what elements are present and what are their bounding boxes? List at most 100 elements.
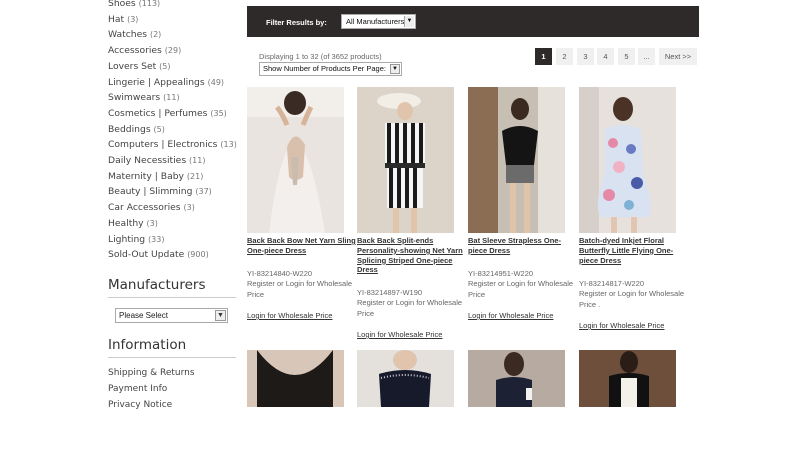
product-name-link[interactable]: Back Back Bow Net Yarn Sling One-piece D… [247, 236, 359, 256]
product-register-text: Register or Login for Wholesale Price [247, 279, 353, 299]
category-link[interactable]: Beddings (5) [108, 122, 236, 138]
category-link[interactable]: Daily Necessities (11) [108, 153, 236, 169]
category-name: Lighting [108, 233, 146, 245]
category-count: (2) [149, 30, 162, 40]
category-list: Shoes (113) Hat (3) Watches (2) Accessories… [108, 0, 237, 263]
category-name: Lovers Set [108, 60, 157, 72]
manufacturers-select-value: Please Select [119, 310, 168, 320]
page-1-button[interactable]: 1 [535, 48, 552, 65]
category-link[interactable]: Accessories (29) [108, 43, 236, 59]
manufacturer-filter-select[interactable]: All Manufacturers ▼ [341, 14, 416, 29]
chevron-down-icon: ▼ [404, 16, 414, 27]
product-register-text: Register or Login for Wholesale Price . [579, 289, 685, 309]
category-count: (900) [187, 250, 209, 260]
category-name: Maternity | Baby [108, 170, 184, 182]
category-link[interactable]: Lovers Set (5) [108, 59, 236, 75]
per-page-select-value: Show Number of Products Per Page: [263, 64, 386, 73]
category-name: Healthy [108, 217, 144, 229]
filter-label: Filter Results by: [266, 18, 327, 27]
category-count: (37) [195, 187, 212, 197]
category-count: (13) [220, 140, 237, 150]
filter-bar: Filter Results by: All Manufacturers ▼ [247, 6, 699, 37]
category-name: Sold-Out Update [108, 249, 185, 261]
product-sku: YI-83214951-W220 [468, 269, 534, 278]
product-sku: YI-83214897-W190 [357, 288, 423, 297]
wholesale-login-link[interactable]: Login for Wholesale Price [357, 330, 442, 339]
product-image[interactable] [357, 87, 454, 233]
information-links: Shipping & Returns Payment Info Privacy … [108, 366, 236, 413]
chevron-down-icon: ▼ [390, 64, 400, 74]
display-count-text: Displaying 1 to 32 (of 3652 products) [259, 52, 382, 61]
category-name: Cosmetics | Perfumes [108, 107, 208, 119]
page-5-button[interactable]: 5 [618, 48, 635, 65]
filter-select-value: All Manufacturers [346, 17, 405, 26]
category-name: Beddings [108, 123, 151, 135]
category-name: Computers | Electronics [108, 139, 218, 151]
category-count: (3) [127, 14, 139, 24]
product-register-text: Register or Login for Wholesale Price [468, 279, 574, 299]
category-link[interactable]: Lingerie | Appealings (49) [108, 75, 236, 91]
category-link[interactable]: Lighting (33) [108, 232, 236, 248]
category-count: (11) [189, 156, 206, 166]
product-name-link[interactable]: Back Back Split-ends Personality-showing… [357, 236, 469, 275]
category-count: (33) [148, 234, 165, 244]
category-link[interactable]: Hat (3) [108, 12, 236, 28]
page-ellipsis: ... [638, 48, 655, 65]
wholesale-login-link[interactable]: Login for Wholesale Price [579, 321, 664, 330]
category-name: Daily Necessities [108, 155, 187, 167]
product-image[interactable] [357, 350, 454, 407]
category-link[interactable]: Watches (2) [108, 27, 236, 43]
page-4-button[interactable]: 4 [597, 48, 614, 65]
category-link[interactable]: Computers | Electronics (13) [108, 137, 237, 153]
per-page-select[interactable]: Show Number of Products Per Page: ▼ [259, 62, 402, 76]
category-name: Accessories [108, 45, 162, 57]
page-3-button[interactable]: 3 [577, 48, 594, 65]
category-count: (11) [163, 93, 180, 103]
category-name: Swimwears [108, 92, 161, 104]
category-link[interactable]: Shoes (113) [108, 0, 236, 12]
category-count: (3) [183, 203, 195, 213]
manufacturers-select[interactable]: Please Select ▼ [115, 307, 228, 323]
product-sku: YI-83214840-W220 [247, 269, 313, 278]
category-link[interactable]: Car Accessories (3) [108, 200, 236, 216]
sidebar: Shoes (113) Hat (3) Watches (2) Accessories… [108, 0, 237, 413]
product-image[interactable] [468, 87, 565, 233]
product-image[interactable] [579, 350, 676, 407]
category-count: (49) [207, 77, 225, 87]
category-count: (5) [159, 61, 171, 71]
manufacturers-heading: Manufacturers [108, 277, 236, 298]
product-name-link[interactable]: Batch-dyed Inkjet Floral Butterfly Littl… [579, 236, 691, 265]
next-page-button[interactable]: Next >> [659, 48, 697, 65]
category-link[interactable]: Healthy (3) [108, 216, 236, 232]
chevron-down-icon: ▼ [215, 309, 226, 321]
product-image[interactable] [468, 350, 565, 407]
category-name: Beauty | Slimming [108, 186, 193, 198]
category-count: (35) [210, 108, 227, 118]
wholesale-login-link[interactable]: Login for Wholesale Price [247, 311, 332, 320]
category-link[interactable]: Swimwears (11) [108, 90, 236, 106]
category-name: Shoes [108, 0, 136, 9]
category-count: (3) [146, 218, 158, 228]
category-name: Hat [108, 13, 125, 25]
category-link[interactable]: Sold-Out Update (900) [108, 247, 236, 263]
product-register-text: Register or Login for Wholesale Price [357, 298, 463, 318]
wholesale-login-link[interactable]: Login for Wholesale Price [468, 311, 553, 320]
product-image[interactable] [247, 87, 344, 233]
category-count: (21) [186, 171, 204, 181]
product-image[interactable] [247, 350, 344, 407]
category-link[interactable]: Cosmetics | Perfumes (35) [108, 106, 236, 122]
category-link[interactable]: Beauty | Slimming (37) [108, 184, 236, 200]
page-2-button[interactable]: 2 [556, 48, 573, 65]
info-link-privacy[interactable]: Privacy Notice [108, 398, 236, 414]
category-count: (29) [164, 46, 182, 56]
information-heading: Information [108, 337, 236, 358]
product-sku: YI-83214817-W220 [579, 279, 645, 288]
info-link-shipping[interactable]: Shipping & Returns [108, 366, 236, 382]
info-link-payment[interactable]: Payment Info [108, 382, 236, 398]
product-image[interactable] [579, 87, 676, 233]
category-count: (5) [153, 124, 165, 134]
product-name-link[interactable]: Bat Sleeve Strapless One-piece Dress [468, 236, 580, 256]
category-count: (113) [138, 0, 161, 8]
category-name: Car Accessories [108, 202, 181, 214]
category-link[interactable]: Maternity | Baby (21) [108, 169, 236, 185]
